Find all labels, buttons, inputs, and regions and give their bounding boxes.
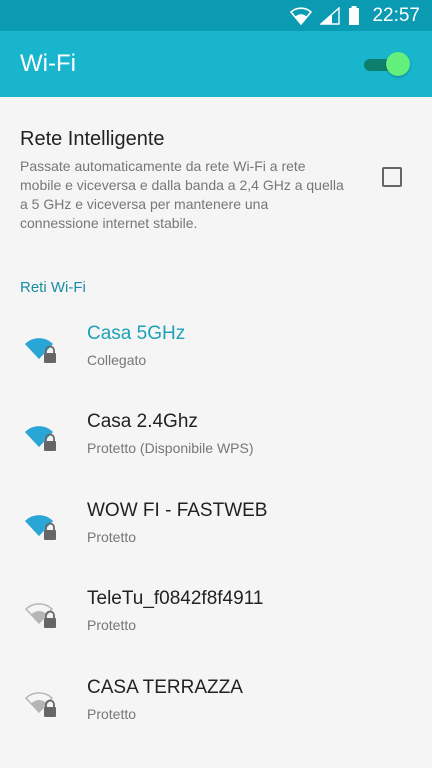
wifi-lock-strong-icon	[24, 511, 60, 543]
app-bar: Wi-Fi	[0, 31, 432, 97]
network-item[interactable]: Casa 2.4Ghz Protetto (Disponibile WPS)	[0, 398, 432, 486]
network-status: Protetto	[87, 617, 137, 633]
wifi-lock-strong-icon	[24, 422, 60, 454]
section-header-wifi-networks: Reti Wi-Fi	[20, 279, 86, 296]
status-time: 22:57	[372, 4, 420, 26]
signal-icon	[320, 6, 341, 25]
network-name: WOW FI - FASTWEB	[87, 500, 268, 521]
wifi-toggle[interactable]	[364, 51, 410, 77]
wifi-lock-weak-icon	[24, 599, 60, 631]
network-name: Casa 2.4Ghz	[87, 411, 198, 432]
smart-network-description: Passate automaticamente da rete Wi-Fi a …	[20, 158, 344, 231]
smart-network-checkbox[interactable]	[382, 167, 402, 187]
network-status: Collegato	[87, 352, 147, 368]
network-item[interactable]: TeleTu_f0842f8f4911 Protetto	[0, 575, 432, 663]
network-name: TeleTu_f0842f8f4911	[87, 588, 264, 609]
network-status: Protetto	[87, 706, 137, 722]
status-bar: 22:57	[0, 0, 432, 31]
page-title: Wi-Fi	[20, 50, 76, 77]
network-name: CASA TERRAZZA	[87, 677, 243, 698]
wifi-lock-strong-icon	[24, 334, 60, 366]
network-status: Protetto	[87, 529, 137, 545]
smart-network-title: Rete Intelligente	[20, 128, 165, 150]
wifi-lock-weak-icon	[24, 688, 60, 720]
network-item[interactable]: WOW FI - FASTWEB Protetto	[0, 487, 432, 575]
battery-icon	[348, 5, 360, 26]
network-status: Protetto (Disponibile WPS)	[87, 440, 254, 456]
wifi-icon	[290, 6, 313, 25]
network-name: Casa 5GHz	[87, 323, 186, 344]
toggle-thumb	[386, 52, 410, 76]
network-item[interactable]: CASA TERRAZZA Protetto	[0, 664, 432, 752]
network-item[interactable]: Casa 5GHz Collegato	[0, 310, 432, 398]
smart-network-setting[interactable]: Rete Intelligente Passate automaticament…	[20, 128, 412, 233]
